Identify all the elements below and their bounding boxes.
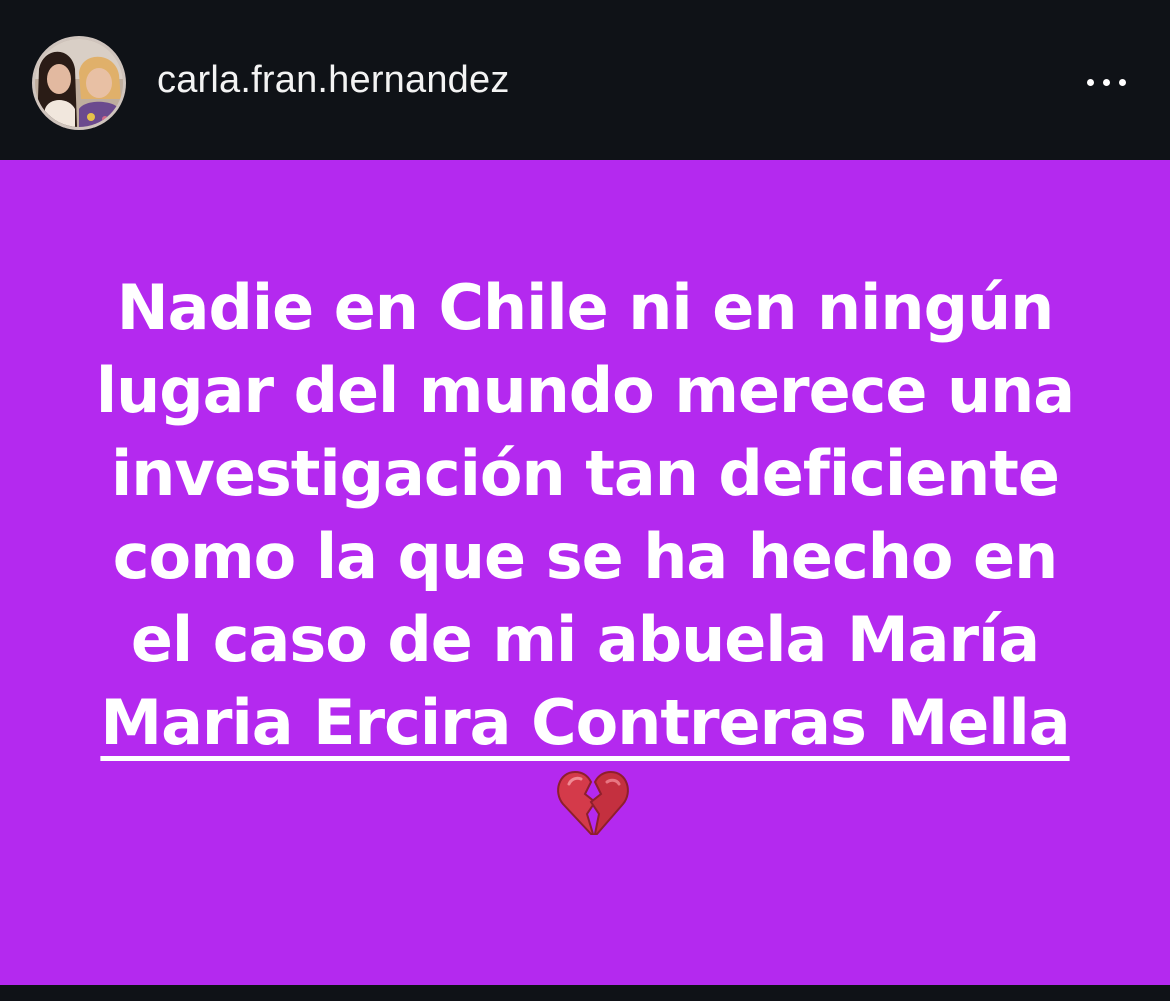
story-text-block: Nadie en Chile ni en ningún lugar del mu… [0, 266, 1170, 764]
story-text-line: como la que se ha hecho en [112, 520, 1059, 593]
bottom-bar [0, 985, 1170, 1001]
story-mention-text[interactable]: Maria Ercira Contreras Mella [100, 686, 1070, 759]
profile-avatar[interactable] [32, 36, 126, 130]
more-options-button[interactable] [1076, 62, 1136, 102]
story-content[interactable]: Nadie en Chile ni en ningún lugar del mu… [0, 160, 1170, 985]
username-label[interactable]: carla.fran.hernandez [157, 56, 510, 104]
avatar-photo-icon [35, 39, 123, 127]
story-mention-line: Maria Ercira Contreras Mella [0, 681, 1170, 764]
story-text-line: Nadie en Chile ni en ningún [116, 271, 1054, 344]
more-horizontal-icon [1086, 78, 1094, 86]
story-text-line: el caso de mi abuela María [130, 603, 1040, 676]
story-text-line: investigación tan deficiente [111, 437, 1060, 510]
more-horizontal-icon [1102, 78, 1110, 86]
more-horizontal-icon [1118, 78, 1126, 86]
story-header: carla.fran.hernandez [0, 0, 1170, 160]
story-text-line: lugar del mundo merece una [95, 354, 1075, 427]
story-viewer: carla.fran.hernandez Nadie en Chile ni e… [0, 0, 1170, 1001]
broken-heart-icon [555, 764, 631, 840]
